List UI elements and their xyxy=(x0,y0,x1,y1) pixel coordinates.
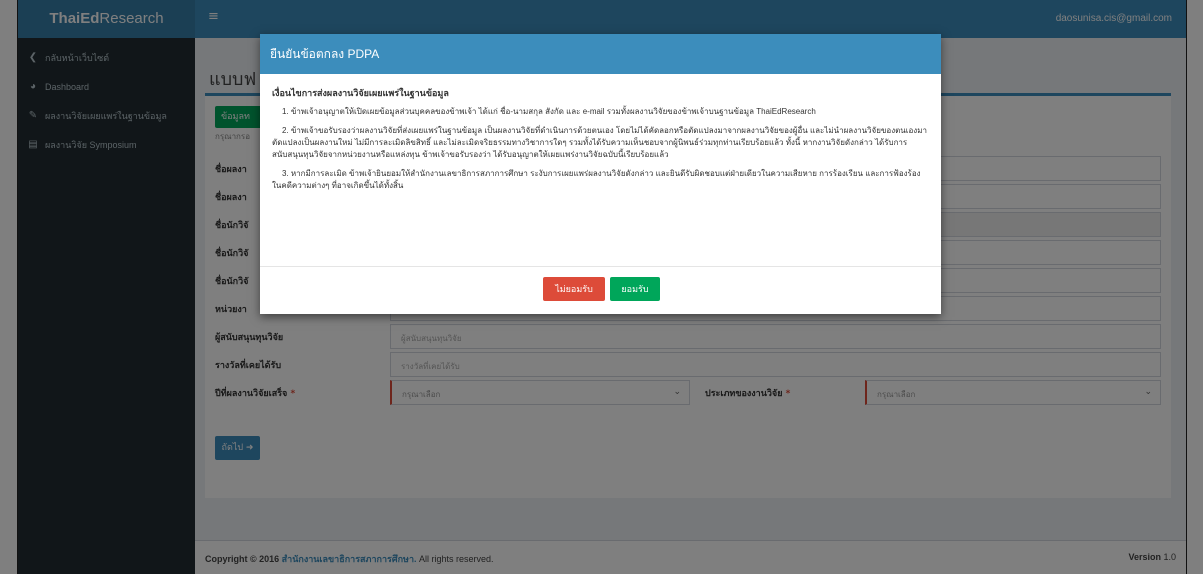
modal-paragraph-3: 3. หากมีการละเมิด ข้าพเจ้ายินยอมให้สำนัก… xyxy=(272,169,921,190)
modal-paragraph-2: 2. ข้าพเจ้าขอรับรองว่าผลงานวิจัยที่ส่งเผ… xyxy=(272,126,927,159)
modal-paragraph-1: 1. ข้าพเจ้าอนุญาตให้เปิดเผยข้อมูลส่วนบุค… xyxy=(282,107,816,116)
modal-footer: ไม่ยอมรับ ยอมรับ xyxy=(260,266,941,314)
modal-body: เงื่อนไขการส่งผลงานวิจัยเผยแพร่ในฐานข้อม… xyxy=(260,74,941,266)
modal-heading: เงื่อนไขการส่งผลงานวิจัยเผยแพร่ในฐานข้อม… xyxy=(272,88,449,98)
modal-title: ยืนยันข้อตกลง PDPA xyxy=(260,34,941,74)
disagree-button[interactable]: ไม่ยอมรับ xyxy=(543,277,605,301)
agree-button[interactable]: ยอมรับ xyxy=(610,277,660,301)
pdpa-modal: ยืนยันข้อตกลง PDPA เงื่อนไขการส่งผลงานวิ… xyxy=(260,34,941,314)
